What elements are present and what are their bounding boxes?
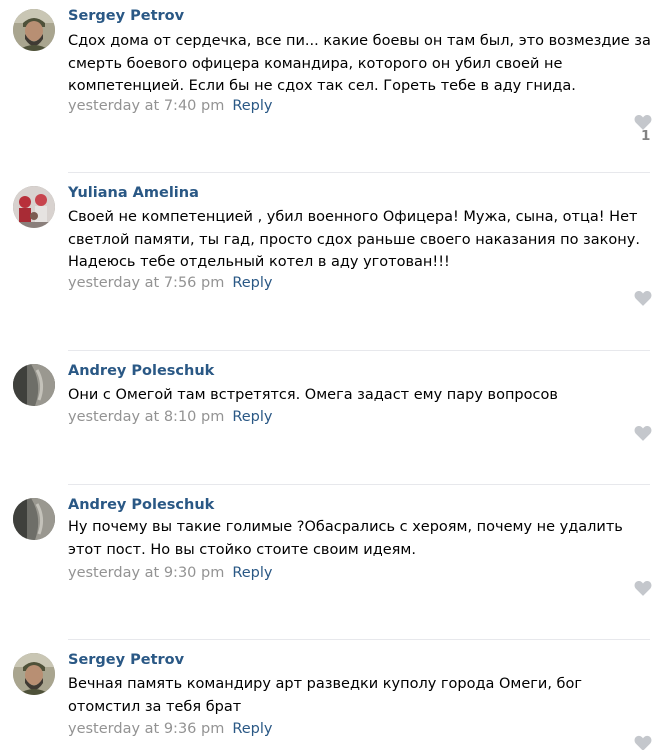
like-button[interactable] (634, 425, 654, 441)
comment-author[interactable]: Yuliana Amelina (68, 185, 199, 201)
like-button[interactable] (634, 735, 654, 750)
reply-button[interactable]: Reply (232, 565, 272, 581)
comment: Sergey Petrov Сдох дома от сердечка, все… (0, 0, 668, 173)
avatar[interactable] (13, 653, 55, 695)
avatar[interactable] (13, 186, 55, 228)
comment-text: Ну почему вы такие голимые ?Обасрались с… (68, 519, 623, 558)
comment-author[interactable]: Sergey Petrov (68, 8, 184, 24)
user-photo-sergey-image (13, 9, 55, 51)
comment-text: Сдох дома от сердечка, все пи... какие б… (68, 33, 651, 94)
user-photo-yuliana-image (13, 186, 55, 228)
reply-button[interactable]: Reply (232, 275, 272, 291)
comment-meta: yesterday at 9:36 pm Reply (68, 721, 273, 737)
heart-icon (634, 425, 654, 441)
comment-author[interactable]: Andrey Poleschuk (68, 497, 214, 513)
comment-timestamp[interactable]: yesterday at 7:56 pm (68, 275, 224, 291)
comment: Andrey Poleschuk Ну почему вы такие голи… (0, 485, 668, 640)
heart-icon (634, 735, 654, 750)
comment-timestamp[interactable]: yesterday at 9:30 pm (68, 565, 224, 581)
avatar[interactable] (13, 498, 55, 540)
comment: Yuliana Amelina Своей не компетенцией , … (0, 173, 668, 351)
reply-button[interactable]: Reply (232, 409, 272, 425)
avatar[interactable] (13, 364, 55, 406)
comment: Andrey Poleschuk Они с Омегой там встрет… (0, 351, 668, 485)
heart-icon (634, 580, 654, 596)
comment-timestamp[interactable]: yesterday at 7:40 pm (68, 98, 224, 114)
user-photo-sergey-image (13, 653, 55, 695)
comment-text: Они с Омегой там встретятся. Омега задас… (68, 387, 558, 403)
comment-author[interactable]: Sergey Petrov (68, 652, 184, 668)
comment-text: Своей не компетенцией , убил военного Оф… (68, 209, 640, 270)
reply-button[interactable]: Reply (232, 98, 272, 114)
user-photo-andrey-image (13, 498, 55, 540)
user-photo-andrey-image (13, 364, 55, 406)
comment: Sergey Petrov Вечная память командиру ар… (0, 640, 668, 750)
avatar[interactable] (13, 9, 55, 51)
like-button[interactable] (634, 290, 654, 306)
like-count: 1 (641, 128, 651, 144)
comment-meta: yesterday at 9:30 pm Reply (68, 565, 273, 581)
comment-meta: yesterday at 7:40 pm Reply (68, 98, 273, 114)
reply-button[interactable]: Reply (232, 721, 272, 737)
comment-text: Вечная память командиру арт разведки куп… (68, 676, 582, 715)
comment-meta: yesterday at 8:10 pm Reply (68, 409, 273, 425)
like-button[interactable] (634, 580, 654, 596)
comment-author[interactable]: Andrey Poleschuk (68, 363, 214, 379)
comment-meta: yesterday at 7:56 pm Reply (68, 275, 273, 291)
comment-timestamp[interactable]: yesterday at 8:10 pm (68, 409, 224, 425)
heart-icon (634, 290, 654, 306)
comment-timestamp[interactable]: yesterday at 9:36 pm (68, 721, 224, 737)
